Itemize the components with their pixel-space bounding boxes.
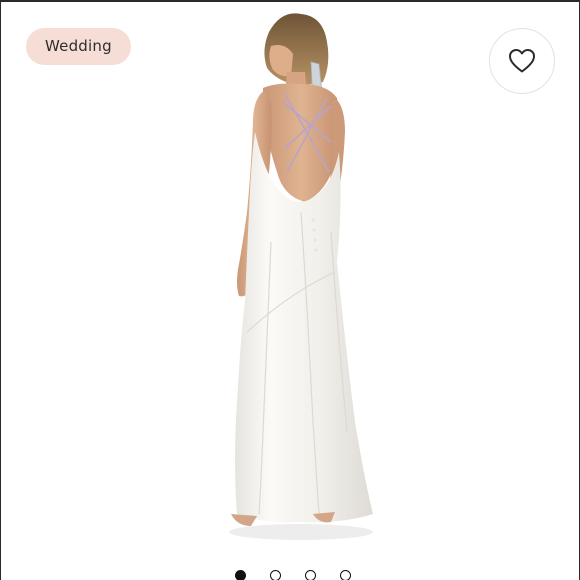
carousel-dot-2[interactable] xyxy=(269,570,281,580)
product-image-card: Wedding xyxy=(0,0,580,580)
carousel-dot-1[interactable] xyxy=(234,570,246,580)
heart-outline-icon xyxy=(509,49,535,73)
carousel-dot-4[interactable] xyxy=(339,570,351,580)
like-button[interactable] xyxy=(489,28,555,94)
carousel-pagination xyxy=(1,570,579,580)
product-photo xyxy=(229,13,373,540)
carousel-dot-3[interactable] xyxy=(304,570,316,580)
category-tag[interactable]: Wedding xyxy=(26,28,131,65)
